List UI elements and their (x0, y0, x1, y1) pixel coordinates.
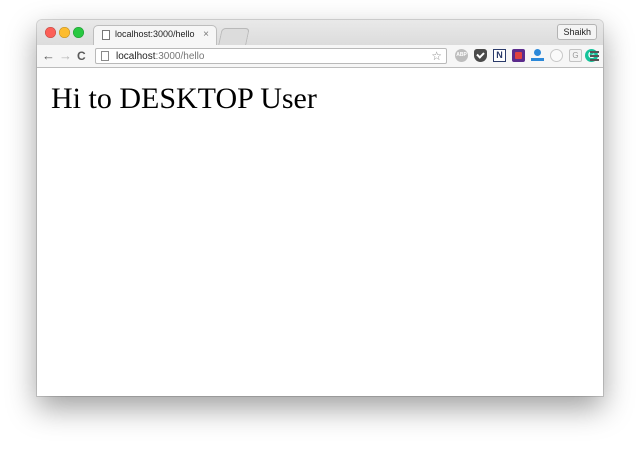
tab-title: localhost:3000/hello (115, 29, 195, 39)
url-host: localhost (116, 51, 156, 62)
title-bar: localhost:3000/hello × Shaikh (37, 20, 603, 45)
new-tab-button[interactable] (218, 28, 250, 45)
url-path: :3000/hello (155, 51, 205, 62)
screen: localhost:3000/hello × Shaikh ← → C loca… (0, 0, 640, 450)
address-bar[interactable]: localhost:3000/hello ☆ (95, 48, 447, 64)
page-content: Hi to DESKTOP User (37, 68, 603, 396)
maximize-window-button[interactable] (73, 27, 84, 38)
menu-icon[interactable] (590, 51, 599, 61)
page-icon (102, 30, 110, 40)
minimize-window-button[interactable] (59, 27, 70, 38)
page-heading: Hi to DESKTOP User (51, 82, 317, 115)
tab-active[interactable]: localhost:3000/hello × (93, 25, 217, 45)
back-icon[interactable]: ← (42, 48, 55, 64)
pocket-icon[interactable] (474, 49, 487, 62)
n-icon[interactable]: N (493, 49, 506, 62)
person-icon[interactable] (531, 49, 544, 62)
adblock-plus-icon[interactable]: ABP (455, 49, 468, 62)
clipper-icon[interactable] (512, 49, 525, 62)
tab-close-icon[interactable]: × (203, 29, 209, 41)
bookmark-star-icon[interactable]: ☆ (431, 49, 442, 63)
reload-icon[interactable]: C (77, 48, 86, 64)
ring-icon[interactable] (550, 49, 563, 62)
g-icon[interactable]: G (569, 49, 582, 62)
page-icon (101, 51, 109, 61)
toolbar: ← → C localhost:3000/hello ☆ ABP N G G (37, 45, 603, 68)
forward-icon[interactable]: → (59, 48, 72, 64)
browser-window: localhost:3000/hello × Shaikh ← → C loca… (37, 20, 603, 396)
profile-button[interactable]: Shaikh (557, 24, 597, 40)
address-bar-url[interactable]: localhost:3000/hello (116, 50, 204, 63)
close-window-button[interactable] (45, 27, 56, 38)
